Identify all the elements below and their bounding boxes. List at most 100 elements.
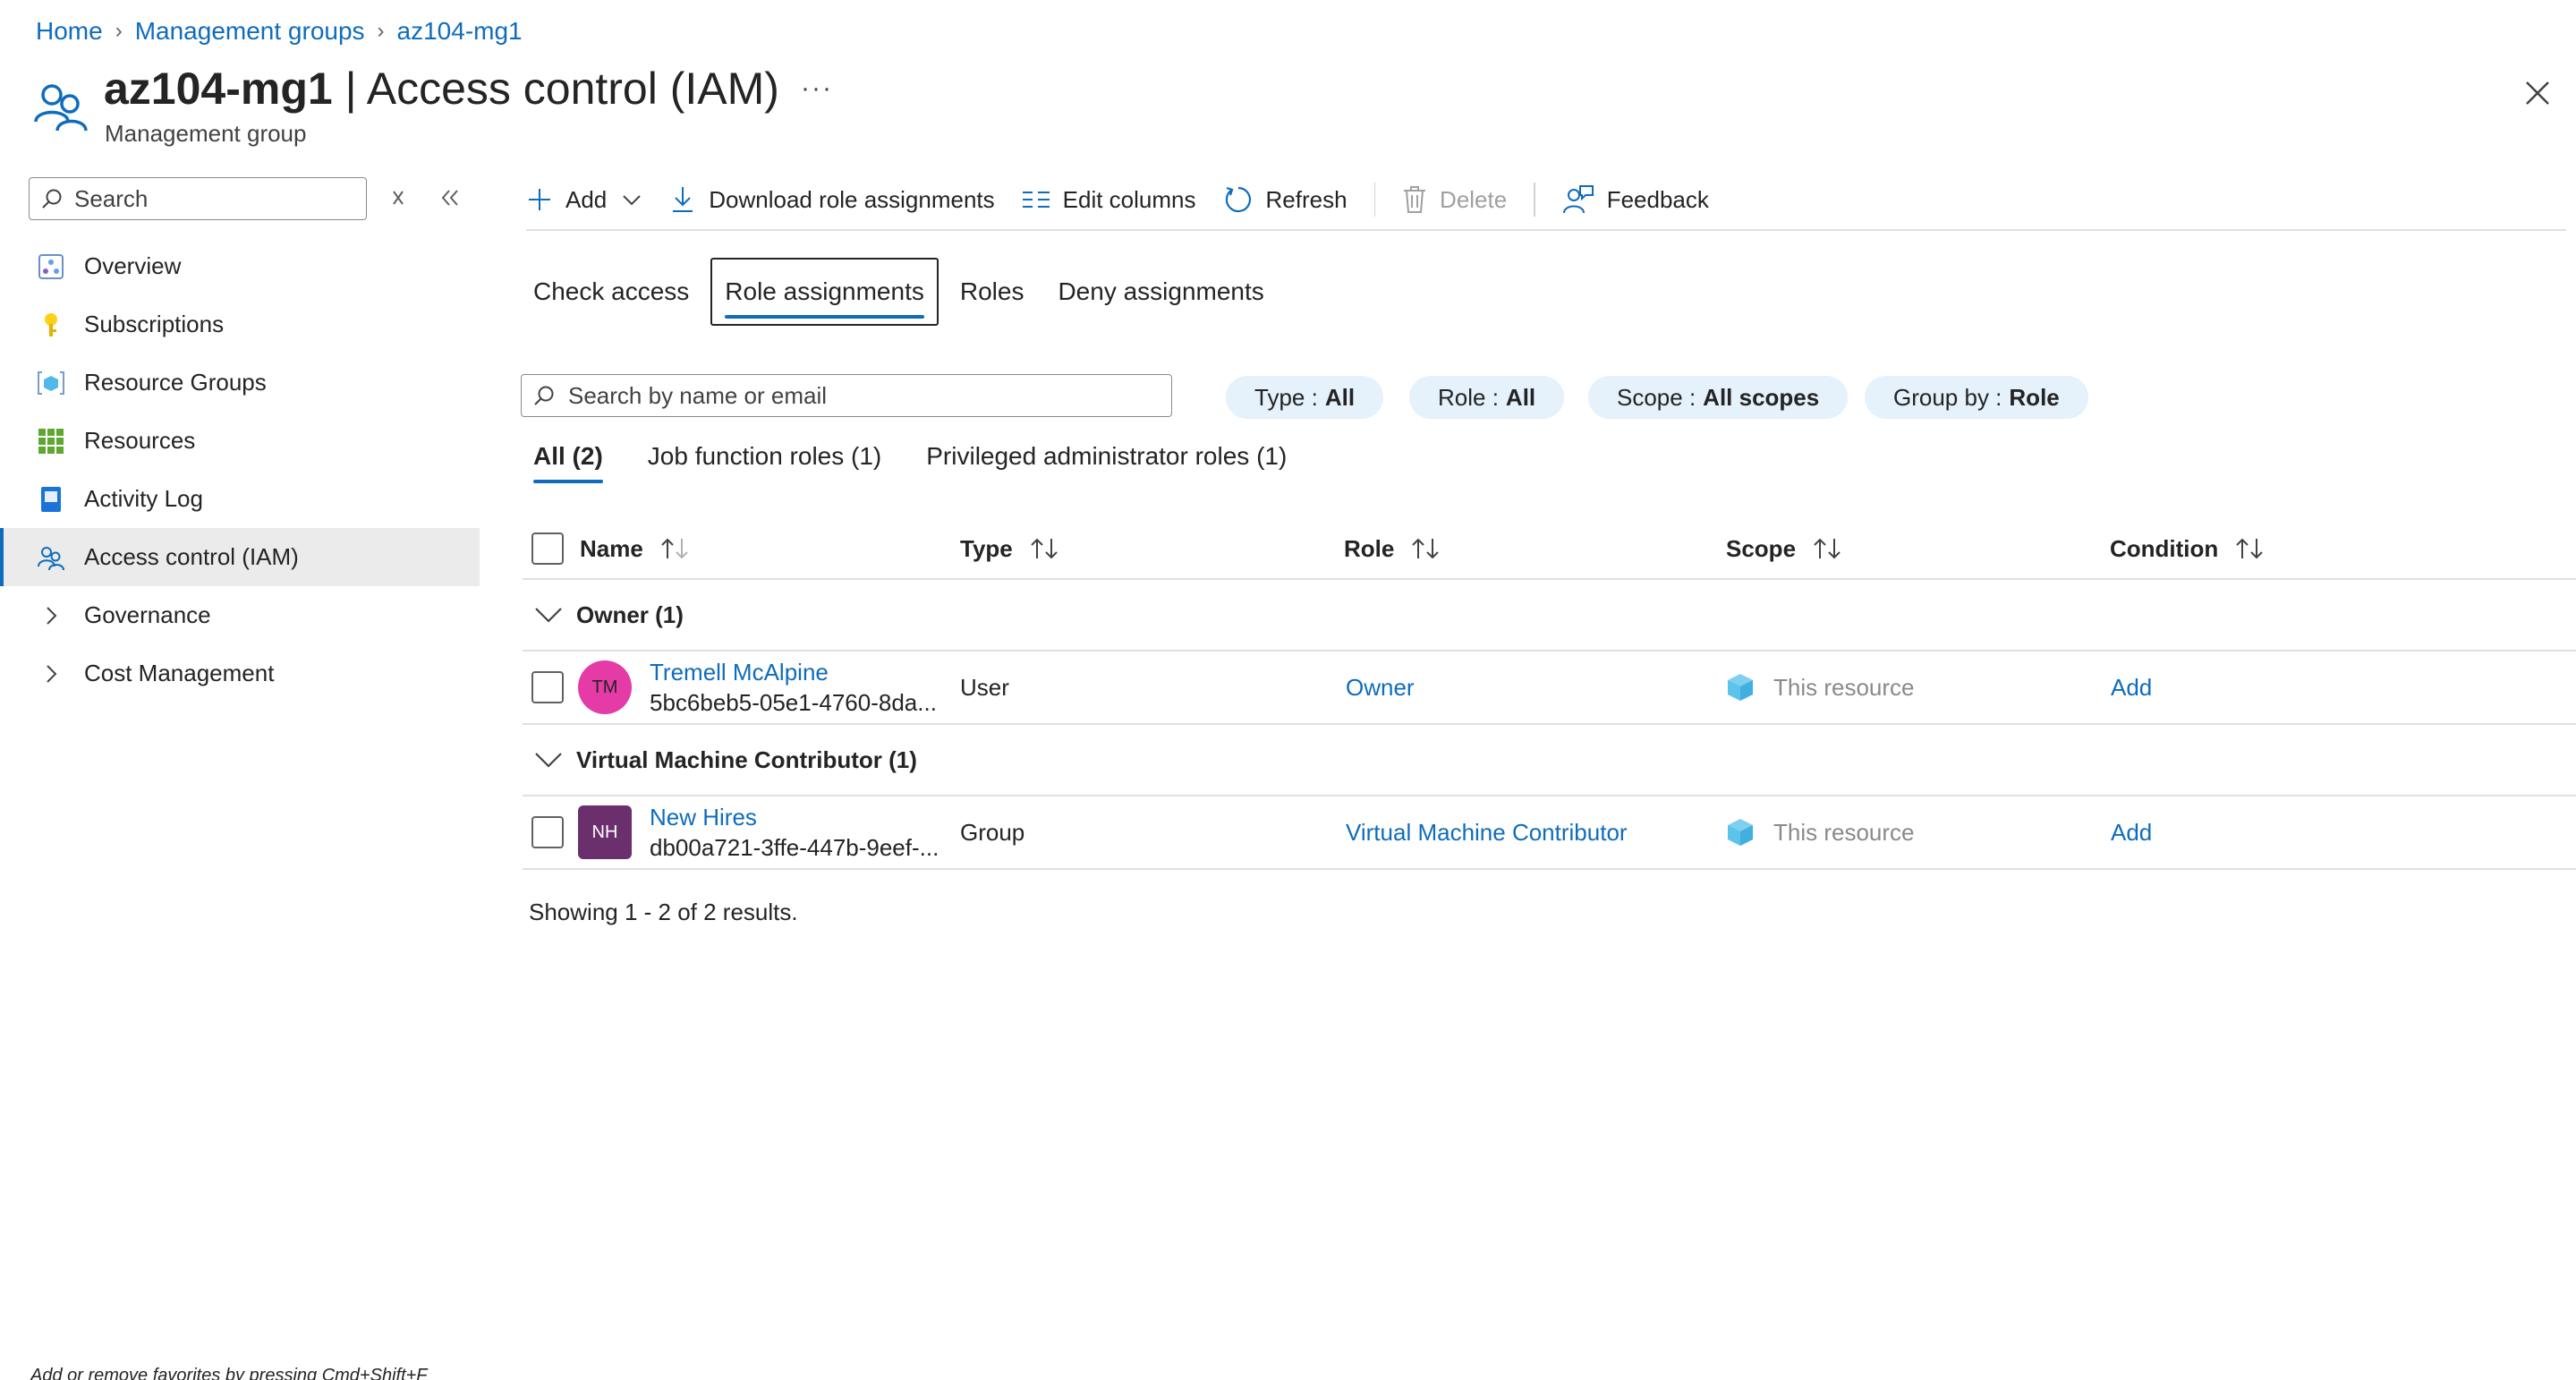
table-header: Name Type Role Scope Condition: [523, 519, 2576, 580]
tab-role-assignments[interactable]: Role assignments: [710, 258, 939, 326]
principal-name-link[interactable]: New Hires: [650, 802, 940, 832]
chevron-right-icon: ›: [115, 19, 123, 43]
filter-value: All scopes: [1703, 383, 1820, 411]
add-label: Add: [565, 185, 608, 213]
sidebar-item-label: Governance: [84, 601, 211, 628]
row-checkbox[interactable]: [531, 816, 564, 848]
scope-filter-pill[interactable]: Scope : All scopes: [1588, 376, 1849, 419]
edit-columns-label: Edit columns: [1062, 185, 1196, 213]
chevron-right-icon: [36, 659, 66, 689]
refresh-button[interactable]: Refresh: [1223, 184, 1348, 215]
results-count: Showing 1 - 2 of 2 results.: [529, 899, 798, 925]
scope-cell: This resource: [1773, 818, 1915, 846]
chevron-down-icon: [535, 753, 562, 768]
group-by-filter-pill[interactable]: Group by : Role: [1865, 376, 2088, 419]
add-condition-link[interactable]: Add: [2111, 652, 2152, 723]
filter-label: Type :: [1254, 383, 1318, 411]
filter-label: Group by :: [1893, 383, 2002, 411]
subtab-privileged-admin-roles[interactable]: Privileged administrator roles (1): [926, 442, 1287, 483]
sidebar-item-overview[interactable]: Overview: [0, 237, 480, 295]
favorites-hint: Add or remove favorites by pressing Cmd+…: [30, 1366, 428, 1380]
download-role-assignments-button[interactable]: Download role assignments: [669, 185, 995, 214]
group-header-owner[interactable]: Owner (1): [523, 580, 2576, 652]
filter-label: Scope :: [1617, 383, 1696, 411]
cube-icon: [1728, 674, 1753, 701]
columns-icon: [1022, 192, 1050, 208]
breadcrumb-home[interactable]: Home: [36, 17, 103, 46]
edit-columns-button[interactable]: Edit columns: [1022, 186, 1196, 214]
column-header-type[interactable]: Type: [960, 519, 1059, 578]
search-icon: [42, 189, 62, 209]
sidebar-item-subscriptions[interactable]: Subscriptions: [0, 295, 480, 354]
scope-cell: This resource: [1773, 673, 1915, 701]
group-header-vm-contributor[interactable]: Virtual Machine Contributor (1): [523, 725, 2576, 796]
page-subtitle: Management group: [105, 120, 307, 147]
role-link[interactable]: Virtual Machine Contributor: [1346, 796, 1628, 868]
sidebar-item-cost-management[interactable]: Cost Management: [0, 644, 480, 703]
column-header-role[interactable]: Role: [1344, 519, 1441, 578]
column-label: Condition: [2110, 534, 2219, 562]
grid-icon: [36, 426, 66, 456]
search-by-name-input[interactable]: Search by name or email: [521, 374, 1172, 417]
avatar: NH: [578, 805, 632, 859]
sidebar-item-label: Resource Groups: [84, 369, 267, 396]
column-header-name[interactable]: Name: [580, 519, 690, 578]
group-title: Virtual Machine Contributor (1): [576, 745, 917, 773]
sidebar-item-resource-groups[interactable]: Resource Groups: [0, 354, 480, 412]
sidebar-item-governance[interactable]: Governance: [0, 586, 480, 644]
subtab-all[interactable]: All (2): [533, 442, 603, 483]
sidebar-item-label: Cost Management: [84, 660, 275, 686]
sort-icon: [661, 538, 688, 559]
log-icon: [36, 484, 66, 515]
role-filter-pill[interactable]: Role : All: [1409, 376, 1565, 419]
feedback-button[interactable]: Feedback: [1562, 184, 1709, 215]
page-title-resource: az104-mg1: [104, 64, 333, 114]
sidebar-nav: Overview Subscriptions Resource Groups R…: [0, 237, 480, 703]
sort-icon: [1814, 538, 1841, 559]
row-checkbox[interactable]: [531, 671, 564, 703]
principal-name-link[interactable]: Tremell McAlpine: [650, 657, 940, 687]
command-bar: Add Download role assignments Edit colum…: [526, 170, 2566, 231]
collapse-sidebar-icon[interactable]: [437, 184, 463, 211]
key-icon: [36, 310, 66, 340]
type-filter-pill[interactable]: Type : All: [1226, 376, 1384, 419]
column-label: Type: [960, 534, 1013, 562]
refresh-icon: [1225, 186, 1251, 213]
sidebar-item-resources[interactable]: Resources: [0, 412, 480, 470]
more-options-button[interactable]: ···: [801, 73, 833, 104]
table-row[interactable]: NH New Hires db00a721-3ffe-447b-9eef-...…: [523, 796, 2576, 870]
clear-search-icon[interactable]: [385, 184, 412, 211]
feedback-label: Feedback: [1606, 185, 1709, 213]
add-condition-link[interactable]: Add: [2111, 796, 2152, 868]
tab-check-access[interactable]: Check access: [521, 260, 701, 324]
add-button[interactable]: Add: [526, 186, 642, 214]
iam-tabs: Check access Role assignments Roles Deny…: [521, 258, 1286, 326]
column-header-condition[interactable]: Condition: [2110, 519, 2265, 578]
breadcrumb-management-groups[interactable]: Management groups: [135, 17, 365, 46]
select-all-checkbox[interactable]: [531, 532, 564, 565]
filter-value: All: [1324, 383, 1356, 411]
delete-button[interactable]: Delete: [1402, 185, 1507, 214]
tab-roles[interactable]: Roles: [948, 260, 1037, 324]
chevron-down-icon: [535, 608, 562, 623]
sidebar-item-activity-log[interactable]: Activity Log: [0, 470, 480, 528]
sidebar-item-label: Resources: [84, 427, 196, 454]
table-row[interactable]: TM Tremell McAlpine 5bc6beb5-05e1-4760-8…: [523, 652, 2576, 725]
column-header-scope[interactable]: Scope: [1726, 519, 1842, 578]
chevron-right-icon: [36, 601, 66, 631]
page-title: az104-mg1 | Access control (IAM): [104, 63, 779, 115]
tab-deny-assignments[interactable]: Deny assignments: [1045, 260, 1276, 324]
breadcrumb: Home › Management groups › az104-mg1: [36, 13, 523, 50]
group-title: Owner (1): [576, 601, 684, 628]
filter-value: Role: [2009, 383, 2060, 411]
role-link[interactable]: Owner: [1346, 652, 1415, 723]
sidebar-item-access-control[interactable]: Access control (IAM): [0, 528, 480, 586]
column-label: Name: [580, 534, 643, 562]
sidebar-search-input[interactable]: Search: [29, 177, 367, 220]
close-icon[interactable]: [2520, 75, 2555, 111]
page-title-section: | Access control (IAM): [332, 64, 779, 114]
sidebar-item-label: Activity Log: [84, 485, 203, 512]
trash-icon: [1404, 186, 1426, 213]
subtab-job-function-roles[interactable]: Job function roles (1): [648, 442, 881, 483]
breadcrumb-current[interactable]: az104-mg1: [397, 17, 523, 46]
